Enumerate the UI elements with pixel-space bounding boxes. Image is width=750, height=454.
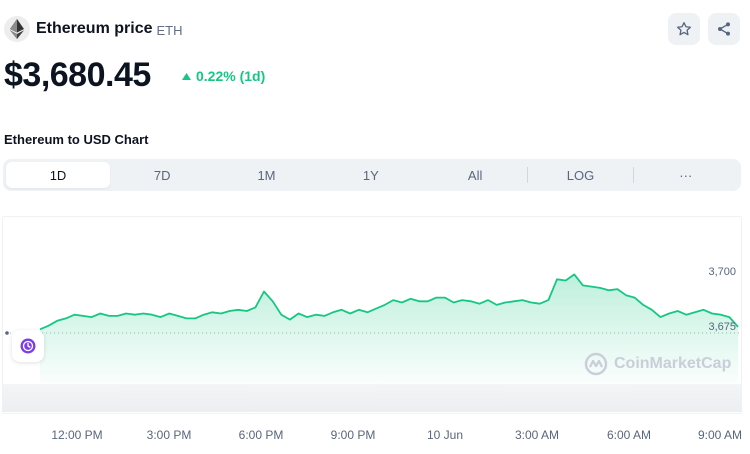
tab-1d[interactable]: 1D: [6, 162, 110, 188]
x-tick-label: 10 Jun: [426, 428, 464, 442]
tab-log[interactable]: LOG: [528, 162, 632, 188]
current-price: $3,680.45: [4, 56, 151, 94]
triangle-up-icon: [182, 72, 191, 80]
price-change: 0.22% (1d): [182, 68, 265, 84]
x-tick-label: 3:00 PM: [146, 428, 192, 442]
reference-start-dot: [5, 331, 9, 335]
x-tick-label: 6:00 AM: [606, 428, 652, 442]
watchlist-star-button[interactable]: [668, 13, 700, 45]
watermark-text: CoinMarketCap: [614, 355, 732, 372]
ethereum-logo-icon: [4, 16, 30, 42]
x-tick-label: 9:00 AM: [697, 428, 743, 442]
coin-name: Ethereum price: [36, 20, 153, 37]
x-tick-label: 3:00 AM: [514, 428, 560, 442]
history-clock-icon: [20, 338, 36, 354]
x-tick-label: 9:00 PM: [330, 428, 376, 442]
x-tick-label: 6:00 PM: [238, 428, 284, 442]
coinmarketcap-logo-icon: [584, 352, 608, 376]
coin-symbol: ETH: [156, 22, 183, 38]
tab-1m[interactable]: 1M: [214, 162, 318, 188]
y-tick-label: 3,675: [708, 321, 736, 333]
coinmarketcap-watermark: CoinMarketCap: [584, 352, 731, 376]
history-button[interactable]: [12, 330, 44, 362]
chart-range-tabs: 1D 7D 1M 1Y All LOG ···: [3, 159, 741, 191]
star-icon: [677, 22, 691, 36]
tab-more[interactable]: ···: [634, 162, 738, 188]
coin-header: Ethereum price ETH: [4, 14, 182, 44]
tab-all[interactable]: All: [423, 162, 527, 188]
price-change-value: 0.22% (1d): [196, 68, 266, 84]
share-button[interactable]: [708, 13, 740, 45]
share-icon: [718, 22, 730, 36]
y-tick-label: 3,700: [708, 266, 736, 278]
x-tick-label: 12:00 PM: [51, 428, 103, 442]
chart-heading: Ethereum to USD Chart: [4, 132, 149, 147]
tab-7d[interactable]: 7D: [110, 162, 214, 188]
tab-1y[interactable]: 1Y: [319, 162, 423, 188]
